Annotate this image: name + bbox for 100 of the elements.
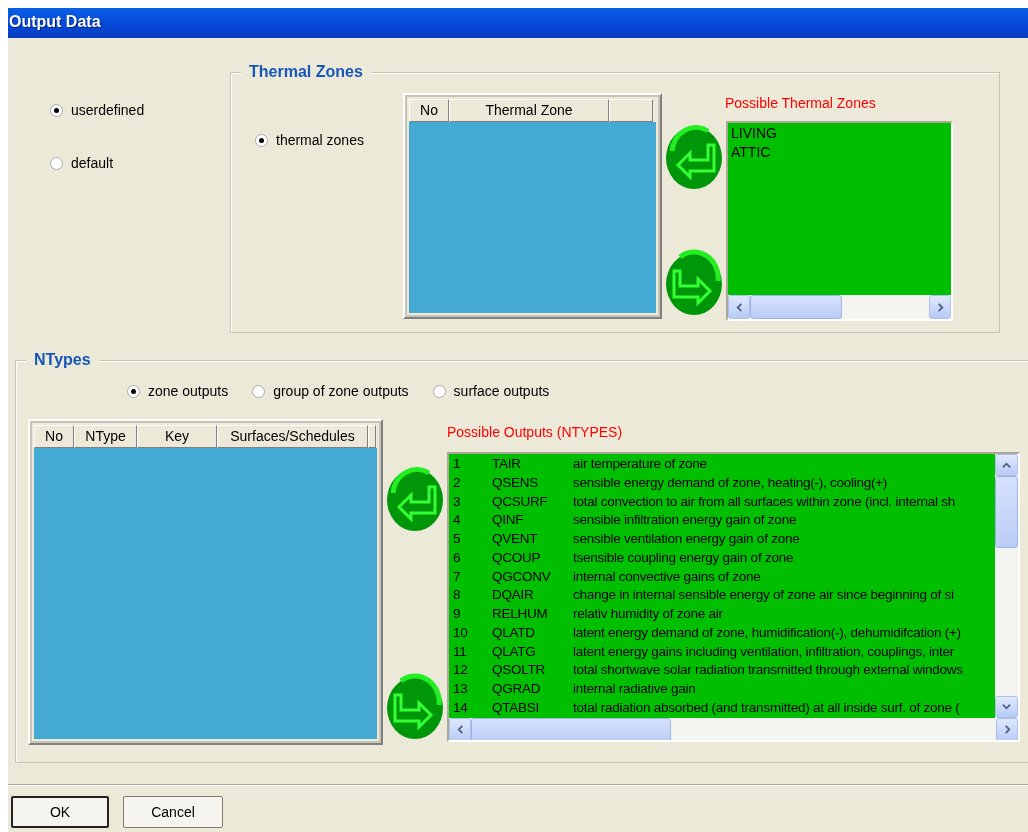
radio-label[interactable]: thermal zones [276, 130, 364, 151]
list-item[interactable]: 14 QTABSI total radiation absorbed (and transmitted) at all inside surf. of zone ( [453, 698, 995, 718]
list-item[interactable]: 1 TAIR air temperature of zone [453, 455, 995, 474]
column-header[interactable]: Thermal Zone [449, 99, 609, 122]
chevron-icon [734, 302, 744, 312]
item-description: latent energy demand of zone, humidification(-), dehumidifcation (+) [573, 623, 961, 642]
item-ntype: QLATG [492, 642, 537, 661]
radio-button[interactable] [432, 385, 446, 398]
group-title: NTypes [26, 350, 99, 370]
item-description: air temperature of zone [573, 455, 707, 473]
item-ntype: QTABSI [492, 698, 540, 717]
item-description: sensible energy demand of zone, heating(-), cooling(+) [573, 473, 888, 492]
list-item[interactable]: 4 QINF sensible infiltration energy gain of zone [453, 511, 995, 530]
column-header[interactable] [609, 99, 653, 122]
list-item[interactable]: 5 QVENT sensible ventilation energy gain of zone [453, 530, 995, 549]
list-item[interactable]: 11 QLATG latent energy gains including ventilation, infiltration, couplings, inter [453, 642, 995, 662]
chevron-icon [1002, 460, 1011, 470]
item-description: latent energy gains including ventilation, infiltration, couplings, inter [573, 642, 954, 661]
item-ntype: RELHUM [492, 605, 549, 623]
radio-label[interactable]: surface outputs [453, 381, 550, 402]
list-item[interactable]: 12 QSOLTR total shortwave solar radiation transmitted through external windows [453, 661, 995, 680]
scroll-left-button[interactable] [728, 295, 750, 319]
list-item[interactable]: 6 QCOUP tsensible coupling energy gain of zone [453, 548, 995, 568]
scroll-thumb[interactable] [750, 295, 842, 319]
item-ntype: QINF [492, 511, 525, 530]
list-item[interactable]: 3 QCSURF total convection to air from all surfaces within zone (incl. internal sh [453, 492, 995, 512]
list-title: Possible Outputs (NTYPES) [447, 423, 624, 442]
radio-label[interactable]: group of zone outputs [273, 381, 409, 402]
column-header[interactable]: No [409, 99, 449, 122]
radio-label[interactable]: default [71, 153, 114, 174]
column-header[interactable]: No [34, 425, 74, 448]
scroll-up-button[interactable] [995, 454, 1018, 476]
radio-label[interactable]: zone outputs [148, 381, 229, 402]
radio-label[interactable]: userdefined [71, 100, 145, 121]
scroll-thumb[interactable] [995, 476, 1018, 548]
right-arrow-button[interactable] [385, 671, 445, 741]
list-item[interactable]: 9 RELHUM relativ humidity of zone air [453, 605, 995, 624]
column-header[interactable]: Key [137, 425, 217, 448]
column-header[interactable] [368, 425, 376, 448]
scroll-left-button[interactable] [449, 717, 471, 740]
cancel-button[interactable]: Cancel [123, 796, 223, 828]
list-item[interactable]: LIVING [731, 124, 948, 143]
item-ntype: QGRAD [492, 680, 542, 698]
item-number: 5 [453, 530, 462, 548]
item-number: 9 [453, 605, 462, 623]
list-item[interactable]: 8 DQAIR change in internal sensible energy of zone air since beginning of si [453, 586, 995, 605]
item-number: 1 [453, 455, 462, 473]
item-description: change in internal sensible energy of zone air since beginning of si [573, 586, 954, 605]
right-arrow-button[interactable] [664, 247, 724, 317]
list-title: Possible Thermal Zones [725, 94, 877, 113]
item-ntype: DQAIR [492, 586, 535, 605]
horizontal-scrollbar[interactable] [449, 717, 1018, 740]
scroll-down-button[interactable] [995, 695, 1018, 718]
item-ntype: TAIR [492, 455, 522, 473]
item-ntype: QCOUP [492, 548, 542, 567]
item-description: total radiation absorbed (and transmitted) at all inside surf. of zone ( [573, 698, 960, 717]
item-ntype: QGCONV [492, 567, 552, 586]
radio-button[interactable] [50, 157, 63, 170]
item-number: 4 [453, 511, 462, 530]
column-header[interactable]: NType [74, 425, 137, 448]
radio-button[interactable] [255, 134, 268, 147]
item-ntype: QSOLTR [492, 661, 546, 680]
item-number: 11 [453, 642, 468, 661]
item-number: 13 [453, 680, 469, 698]
chevron-icon [1002, 702, 1011, 711]
chevron-icon [935, 302, 945, 312]
item-number: 12 [453, 661, 469, 680]
item-number: 6 [453, 548, 462, 567]
scroll-right-button[interactable] [996, 717, 1018, 740]
chevron-icon [1002, 725, 1012, 734]
list-item[interactable]: 10 QLATD latent energy demand of zone, humidification(-), dehumidifcation (+) [453, 623, 995, 643]
item-description: total shortwave solar radiation transmitted through external windows [573, 661, 963, 680]
list-item[interactable]: ATTIC [731, 143, 948, 162]
item-description: total convection to air from all surfaces within zone (incl. internal sh [573, 492, 955, 511]
item-ntype: QSENS [492, 473, 539, 492]
item-number: 14 [453, 698, 469, 717]
item-number: 8 [453, 586, 462, 605]
radio-button[interactable] [252, 385, 266, 398]
list-item[interactable]: 13 QGRAD internal radiative gain [453, 680, 995, 699]
scroll-right-button[interactable] [929, 295, 951, 319]
item-number: 7 [453, 567, 462, 586]
item-ntype: QLATD [492, 623, 536, 642]
scroll-thumb[interactable] [471, 717, 671, 740]
column-header[interactable]: Surfaces/Schedules [217, 425, 368, 448]
radio-button[interactable] [127, 385, 140, 398]
item-description: tsensible coupling energy gain of zone [573, 548, 794, 567]
item-description: relativ humidity of zone air [573, 605, 723, 623]
horizontal-scrollbar[interactable] [728, 295, 951, 319]
item-description: internal radiative gain [573, 680, 696, 698]
item-number: 3 [453, 492, 462, 511]
item-number: 2 [453, 473, 462, 492]
vertical-scrollbar[interactable] [995, 454, 1018, 718]
list-item[interactable]: 2 QSENS sensible energy demand of zone, heating(-), cooling(+) [453, 473, 995, 493]
item-description: sensible ventilation energy gain of zone [573, 530, 800, 548]
item-description: sensible infiltration energy gain of zone [573, 511, 797, 530]
ok-button[interactable]: OK [11, 796, 109, 828]
radio-button[interactable] [50, 104, 63, 117]
list-item[interactable]: 7 QGCONV internal convective gains of zone [453, 567, 995, 587]
item-description: internal convective gains of zone [573, 567, 761, 586]
window-title: Output Data [9, 13, 101, 30]
